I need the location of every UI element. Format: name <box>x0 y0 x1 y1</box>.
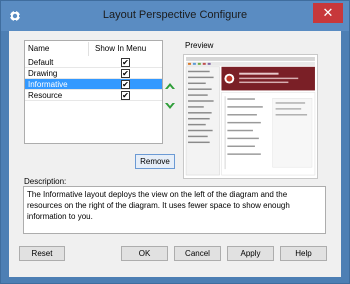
description-text: The Informative layout deploys the view … <box>23 186 326 234</box>
column-header-show-in-menu[interactable]: Show In Menu <box>95 44 146 53</box>
list-row-resource[interactable]: Resource ✔ <box>25 90 162 101</box>
help-button[interactable]: Help <box>280 246 327 261</box>
apply-button[interactable]: Apply <box>227 246 274 261</box>
title-bar[interactable]: Layout Perspective Configure ✕ <box>1 1 349 31</box>
close-button[interactable]: ✕ <box>313 3 343 23</box>
row-name: Default <box>28 58 54 67</box>
check-icon: ✔ <box>122 69 129 78</box>
list-row-default[interactable]: Default ✔ <box>25 57 162 68</box>
arrow-down-icon[interactable] <box>164 101 176 111</box>
check-icon: ✔ <box>122 58 129 67</box>
check-icon: ✔ <box>122 80 129 89</box>
arrow-up-icon[interactable] <box>164 81 176 91</box>
dialog-body: Name Show In Menu Default ✔ Drawing ✔ In… <box>9 31 341 277</box>
preview-image <box>183 54 318 179</box>
reset-button[interactable]: Reset <box>19 246 65 261</box>
window-title: Layout Perspective Configure <box>102 9 248 21</box>
list-row-informative[interactable]: Informative ✔ <box>25 79 162 90</box>
show-in-menu-checkbox[interactable]: ✔ <box>121 58 130 67</box>
cancel-button[interactable]: Cancel <box>174 246 221 261</box>
dialog-window: Layout Perspective Configure ✕ Name Show… <box>0 0 350 284</box>
ok-button[interactable]: OK <box>121 246 168 261</box>
show-in-menu-checkbox[interactable]: ✔ <box>121 91 130 100</box>
check-icon: ✔ <box>122 91 129 100</box>
column-divider[interactable] <box>88 42 89 56</box>
list-row-drawing[interactable]: Drawing ✔ <box>25 68 162 79</box>
close-icon: ✕ <box>322 5 334 20</box>
column-header-name[interactable]: Name <box>28 44 49 53</box>
row-name: Resource <box>28 91 63 100</box>
layout-list[interactable]: Name Show In Menu Default ✔ Drawing ✔ In… <box>24 40 163 144</box>
row-name: Informative <box>28 80 68 89</box>
remove-button[interactable]: Remove <box>135 154 175 169</box>
show-in-menu-checkbox[interactable]: ✔ <box>121 69 130 78</box>
row-name: Drawing <box>28 69 58 78</box>
preview-label: Preview <box>185 41 214 50</box>
description-label: Description: <box>24 177 67 186</box>
show-in-menu-checkbox[interactable]: ✔ <box>121 80 130 89</box>
list-header: Name Show In Menu <box>25 42 162 56</box>
